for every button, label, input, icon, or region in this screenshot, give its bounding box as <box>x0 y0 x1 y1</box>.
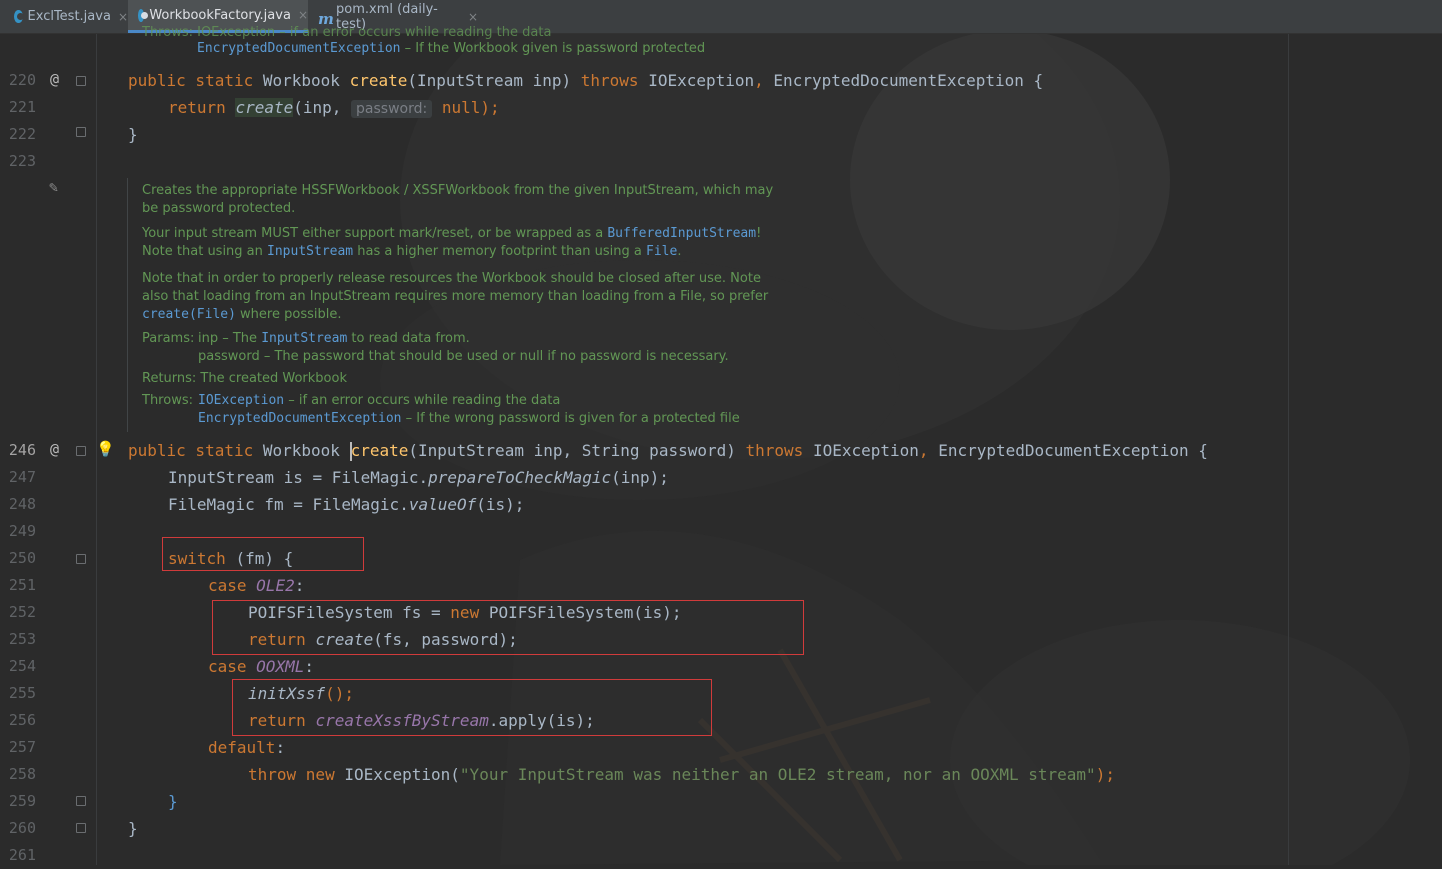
line-number: 246 <box>8 441 36 459</box>
tab-label: WorkbookFactory.java <box>149 7 291 23</box>
line-number: 247 <box>8 468 36 486</box>
line-number: 252 <box>8 603 36 621</box>
lightbulb-icon[interactable]: 💡 <box>96 436 115 463</box>
line-number: 260 <box>8 819 36 837</box>
code-line-259: } <box>168 792 178 811</box>
line-number: 255 <box>8 684 36 702</box>
line-number: 254 <box>8 657 36 675</box>
doc-text: Your input stream MUST either support ma… <box>142 226 762 241</box>
doc-partial-encrypted: EncryptedDocumentException – If the Work… <box>197 41 706 56</box>
line-number: 249 <box>8 522 36 540</box>
doc-link[interactable]: InputStream <box>267 244 353 259</box>
line-number: 220 <box>8 71 36 89</box>
line-number: 259 <box>8 792 36 810</box>
doc-link[interactable]: EncryptedDocumentException <box>197 41 401 56</box>
line-number: 250 <box>8 549 36 567</box>
doc-text: create(File) where possible. <box>142 307 342 322</box>
doc-link[interactable]: create(File) <box>142 307 236 322</box>
doc-text: be password protected. <box>142 201 296 216</box>
code-line-246: public static Workbook create(InputStrea… <box>128 441 1208 461</box>
code-line-220: public static Workbook create(InputStrea… <box>128 71 1044 90</box>
maven-icon: m <box>318 10 334 28</box>
tab-excltest[interactable]: ExclTest.java × <box>0 0 128 33</box>
fold-icon[interactable] <box>76 127 86 137</box>
fold-icon[interactable] <box>76 823 86 833</box>
doc-param: inp – The InputStream to read data from. <box>198 331 470 346</box>
line-number: 221 <box>8 98 36 116</box>
java-class-file-icon <box>138 8 149 22</box>
code-line-258: throw new IOException("Your InputStream … <box>248 765 1115 784</box>
doc-text: Creates the appropriate HSSFWorkbook / X… <box>142 183 774 198</box>
doc-text: Note that in order to properly release r… <box>142 271 761 286</box>
doc-text: also that loading from an InputStream re… <box>142 289 769 304</box>
code-line-221: return create(inp, password: null); <box>168 98 500 118</box>
doc-link[interactable]: InputStream <box>261 331 347 346</box>
doc-link[interactable]: IOException <box>198 393 284 408</box>
code-line-257: default: <box>208 738 286 757</box>
doc-link[interactable]: File <box>646 244 677 259</box>
code-line-222: } <box>128 125 138 144</box>
fold-icon[interactable] <box>76 796 86 806</box>
tab-label: ExclTest.java <box>27 9 111 24</box>
doc-param: password – The password that should be u… <box>198 349 729 364</box>
override-marker-icon[interactable]: @ <box>50 436 59 463</box>
close-icon[interactable]: × <box>298 8 308 22</box>
doc-throws: IOException – if an error occurs while r… <box>198 393 561 408</box>
override-marker-icon[interactable]: @ <box>50 66 59 93</box>
java-class-icon <box>14 10 24 23</box>
fold-icon[interactable] <box>76 446 86 456</box>
code-line-247: InputStream is = FileMagic.prepareToChec… <box>168 468 669 487</box>
code-line-251: case OLE2: <box>208 576 305 595</box>
code-line-254: case OOXML: <box>208 657 314 676</box>
line-number: 251 <box>8 576 36 594</box>
highlight-box-ooxml <box>232 679 712 736</box>
pencil-icon[interactable]: ✎ <box>49 178 58 196</box>
param-hint: password: <box>351 100 433 118</box>
line-number: 257 <box>8 738 36 756</box>
line-number: 222 <box>8 125 36 143</box>
line-number: 223 <box>8 152 36 170</box>
close-icon[interactable]: × <box>468 10 478 24</box>
line-number: 258 <box>8 765 36 783</box>
doc-link[interactable]: BufferedInputStream <box>607 226 756 241</box>
highlight-box-switch <box>162 537 364 571</box>
doc-throws-label: Throws: <box>142 393 193 408</box>
highlight-box-ole2 <box>212 600 804 655</box>
code-line-260: } <box>128 819 138 838</box>
rendered-javadoc: Creates the appropriate HSSFWorkbook / X… <box>127 178 1288 432</box>
doc-link[interactable]: EncryptedDocumentException <box>198 411 402 426</box>
right-margin-guide <box>1288 34 1289 865</box>
fold-icon[interactable] <box>76 76 86 86</box>
code-line-248: FileMagic fm = FileMagic.valueOf(is); <box>168 495 525 514</box>
doc-params-label: Params: <box>142 331 195 346</box>
line-number: 256 <box>8 711 36 729</box>
fold-icon[interactable] <box>76 554 86 564</box>
line-number: 248 <box>8 495 36 513</box>
doc-text: Note that using an InputStream has a hig… <box>142 244 682 259</box>
doc-returns: Returns: The created Workbook <box>142 371 347 386</box>
close-icon[interactable]: × <box>118 10 128 24</box>
line-number: 253 <box>8 630 36 648</box>
doc-throws: EncryptedDocumentException – If the wron… <box>198 411 740 426</box>
